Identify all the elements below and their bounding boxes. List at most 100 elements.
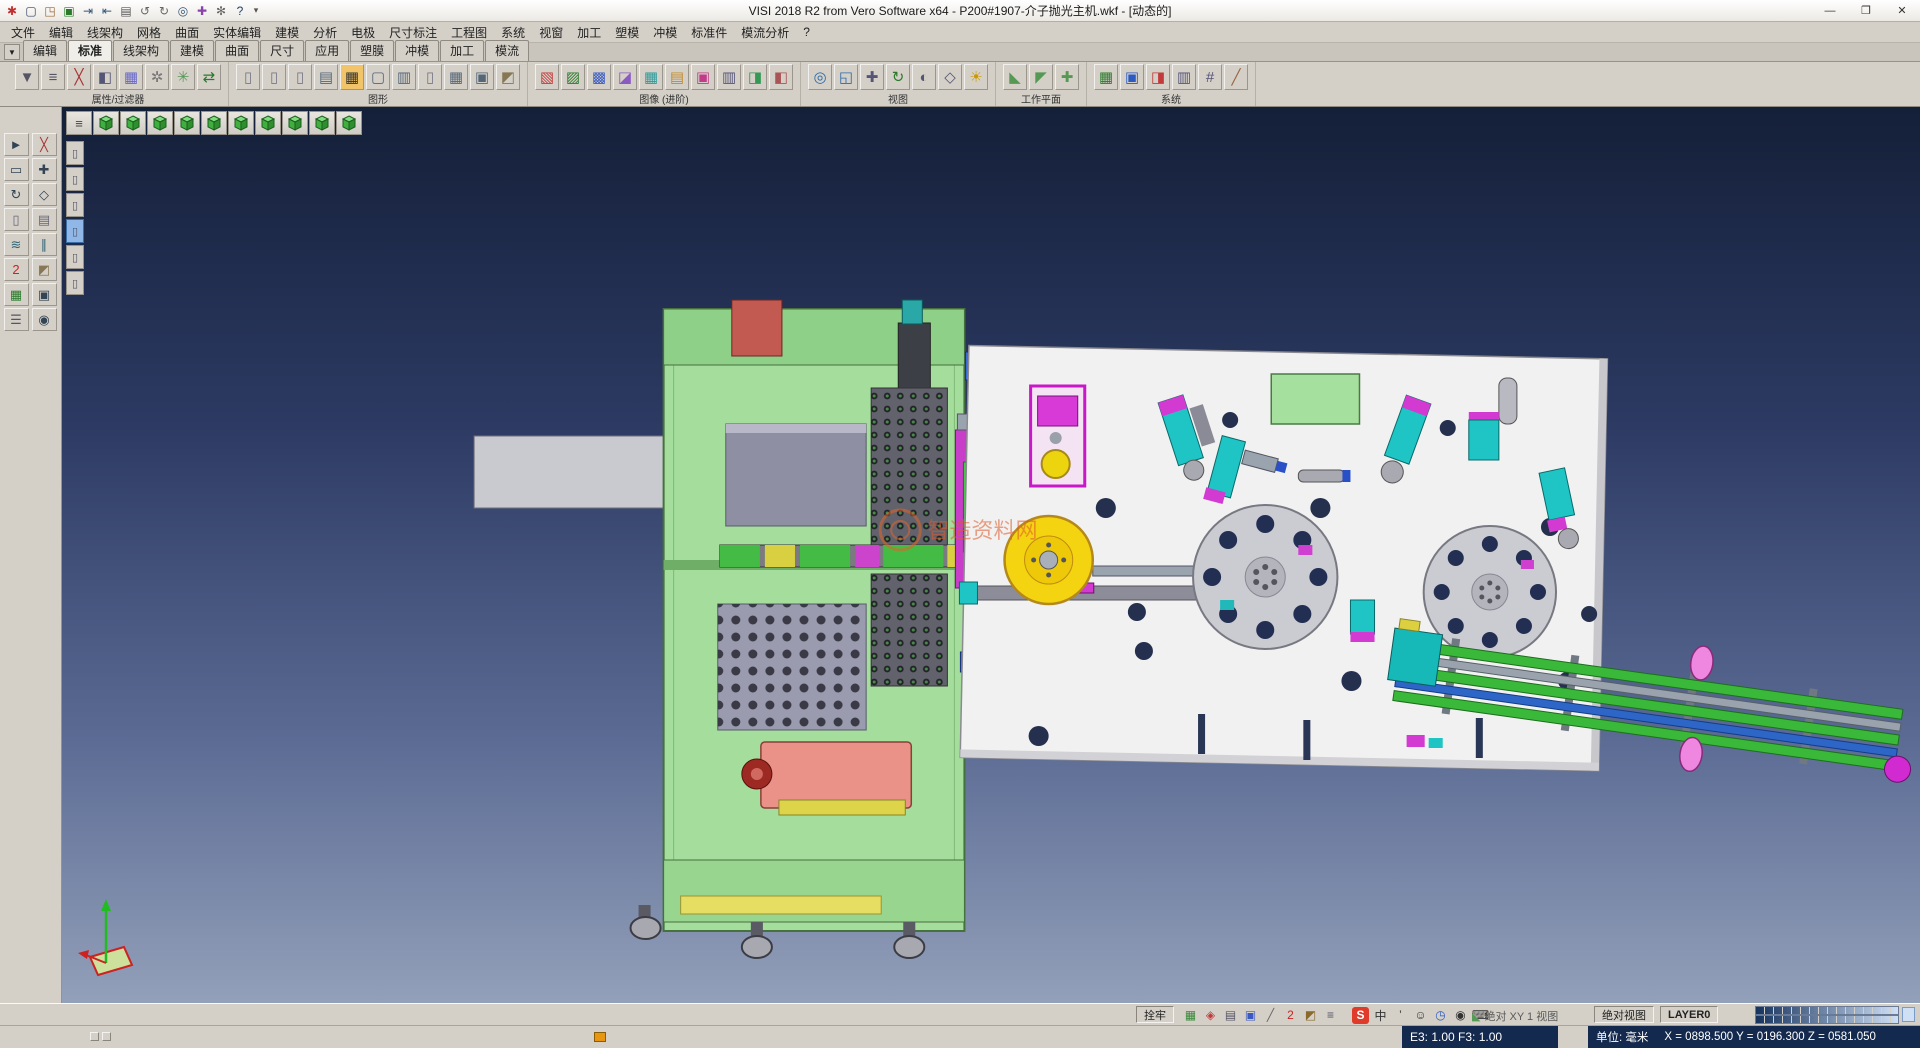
cylinder-tool-icon[interactable]: ▯ (4, 208, 29, 231)
viewcube-button[interactable] (282, 111, 308, 135)
zoom-all-icon[interactable]: ◎ (808, 64, 832, 90)
cad-model-cylinder-horizontal[interactable] (1298, 470, 1350, 482)
light-icon[interactable]: ☀ (964, 64, 988, 90)
rotate-view-icon[interactable]: ↻ (886, 64, 910, 90)
status-square-icon[interactable] (90, 1032, 99, 1041)
menu-item[interactable]: 加工 (570, 22, 608, 43)
select-filter-icon[interactable]: ▼ (15, 64, 39, 90)
list-tool-icon[interactable]: ☰ (4, 308, 29, 331)
plane-3pt-icon[interactable]: ✚ (1055, 64, 1079, 90)
tab-dropdown-icon[interactable]: ▼ (4, 44, 20, 60)
monitor-icon[interactable]: ▣ (1120, 64, 1144, 90)
database-icon[interactable]: ▯ (418, 64, 442, 90)
monitor-status-icon[interactable]: ▣ (1242, 1007, 1259, 1024)
pan-icon[interactable]: ✚ (860, 64, 884, 90)
strip-doc-6-icon[interactable]: ▯ (66, 271, 84, 295)
render-red-icon[interactable]: ▧ (535, 64, 559, 90)
settings-icon[interactable]: ✻ (212, 2, 230, 20)
wave-tool-icon[interactable]: ≋ (4, 233, 29, 256)
viewport-3d[interactable]: 智造资料网 ≡ (62, 107, 1920, 1003)
menu-item[interactable]: 冲模 (646, 22, 684, 43)
shade-half-2-icon[interactable]: ◧ (769, 64, 793, 90)
tab[interactable]: 应用 (305, 40, 349, 61)
layers-status-icon[interactable]: ≡ (1322, 1007, 1339, 1024)
cylinder-3-icon[interactable]: ▯ (288, 64, 312, 90)
zoom-icon[interactable]: ◎ (174, 2, 192, 20)
render-green-icon[interactable]: ▨ (561, 64, 585, 90)
menu-item[interactable]: 塑模 (608, 22, 646, 43)
shade-half-icon[interactable]: ◨ (743, 64, 767, 90)
new-doc-icon[interactable]: ▢ (22, 2, 40, 20)
tab[interactable]: 编辑 (23, 40, 67, 61)
workplane-status-icon[interactable]: ▦ (1182, 1007, 1199, 1024)
viewcube-button[interactable] (147, 111, 173, 135)
clip-icon[interactable]: ◧ (93, 64, 117, 90)
redo-icon[interactable]: ↻ (155, 2, 173, 20)
tab[interactable]: 塑膜 (350, 40, 394, 61)
erase-icon[interactable]: ╳ (67, 64, 91, 90)
viewcube-button[interactable] (93, 111, 119, 135)
chip-icon[interactable]: ▦ (119, 64, 143, 90)
minimize-button[interactable]: — (1812, 0, 1848, 21)
import-icon[interactable]: ⇥ (79, 2, 97, 20)
restore-button[interactable]: ❐ (1848, 0, 1884, 21)
doc-icon[interactable]: ▢ (366, 64, 390, 90)
close-button[interactable]: ✕ (1884, 0, 1920, 21)
target-tool-icon[interactable]: ◉ (32, 308, 57, 331)
viewcube-button[interactable] (174, 111, 200, 135)
viewcube-button[interactable] (255, 111, 281, 135)
render-blue-icon[interactable]: ▩ (587, 64, 611, 90)
render-teal-icon[interactable]: ▦ (639, 64, 663, 90)
gears-icon[interactable]: ✲ (145, 64, 169, 90)
measure-icon[interactable]: ✚ (193, 2, 211, 20)
undo-icon[interactable]: ↺ (136, 2, 154, 20)
tab[interactable]: 尺寸 (260, 40, 304, 61)
palette-status-icon[interactable]: ◩ (1302, 1007, 1319, 1024)
plane-pick-icon[interactable]: ◤ (1029, 64, 1053, 90)
two-tool-icon[interactable]: 2 (4, 258, 29, 281)
plane-xy-icon[interactable]: ◣ (1003, 64, 1027, 90)
punct-icon[interactable]: ’ (1392, 1007, 1409, 1024)
tab[interactable]: 建模 (170, 40, 214, 61)
view-mode-cell[interactable]: 绝对视图 (1594, 1006, 1654, 1023)
select-tool-icon[interactable]: ► (4, 133, 29, 156)
pencil-status-icon[interactable]: ╱ (1262, 1007, 1279, 1024)
rotate-tool-icon[interactable]: ↻ (4, 183, 29, 206)
diamond-tool-icon[interactable]: ◇ (32, 183, 57, 206)
save-icon[interactable]: ▣ (60, 2, 78, 20)
grid-system-icon[interactable]: ▦ (1094, 64, 1118, 90)
tab[interactable]: 线架构 (113, 40, 169, 61)
lock-toggle[interactable]: 拴牢 (1136, 1006, 1174, 1023)
alert-indicator-icon[interactable] (594, 1032, 606, 1042)
count-status-icon[interactable]: 2 (1282, 1007, 1299, 1024)
delete-tool-icon[interactable]: ╳ (32, 133, 57, 156)
cad-model-turntable-right[interactable] (1424, 526, 1556, 658)
quick-access-dropdown-icon[interactable]: ▾ (249, 2, 263, 20)
palette-icon[interactable]: ◩ (496, 64, 520, 90)
tab[interactable]: 曲面 (215, 40, 259, 61)
tab[interactable]: 加工 (440, 40, 484, 61)
gear-edit-icon[interactable]: ✳ (171, 64, 195, 90)
render-orange-icon[interactable]: ▤ (665, 64, 689, 90)
grid-status-icon[interactable]: ▤ (1222, 1007, 1239, 1024)
zoom-window-icon[interactable]: ◱ (834, 64, 858, 90)
lang-icon[interactable]: 中 (1372, 1007, 1389, 1024)
swap-arrows-icon[interactable]: ⇄ (197, 64, 221, 90)
help-icon[interactable]: ? (231, 2, 249, 20)
strip-doc-icon[interactable]: ▯ (66, 141, 84, 165)
combine-icon[interactable]: ▣ (470, 64, 494, 90)
solid-tool-icon[interactable]: ▣ (32, 283, 57, 306)
wireframe-view-icon[interactable]: ◇ (938, 64, 962, 90)
menu-item[interactable]: 视窗 (532, 22, 570, 43)
cylinder-2-icon[interactable]: ▯ (262, 64, 286, 90)
cad-model-turntable-left[interactable] (1193, 505, 1337, 649)
render-gray-icon[interactable]: ▥ (717, 64, 741, 90)
shade-tool-icon[interactable]: ◩ (32, 258, 57, 281)
shaded-view-icon[interactable]: ◐ (912, 64, 936, 90)
viewcube-button[interactable] (228, 111, 254, 135)
clock-icon[interactable]: ◷ (1432, 1007, 1449, 1024)
strip-doc-5-icon[interactable]: ▯ (66, 245, 84, 269)
strip-doc-4-icon[interactable]: ▯ (66, 219, 84, 243)
toggle-icon[interactable]: ◨ (1146, 64, 1170, 90)
viewcube-button[interactable] (336, 111, 362, 135)
